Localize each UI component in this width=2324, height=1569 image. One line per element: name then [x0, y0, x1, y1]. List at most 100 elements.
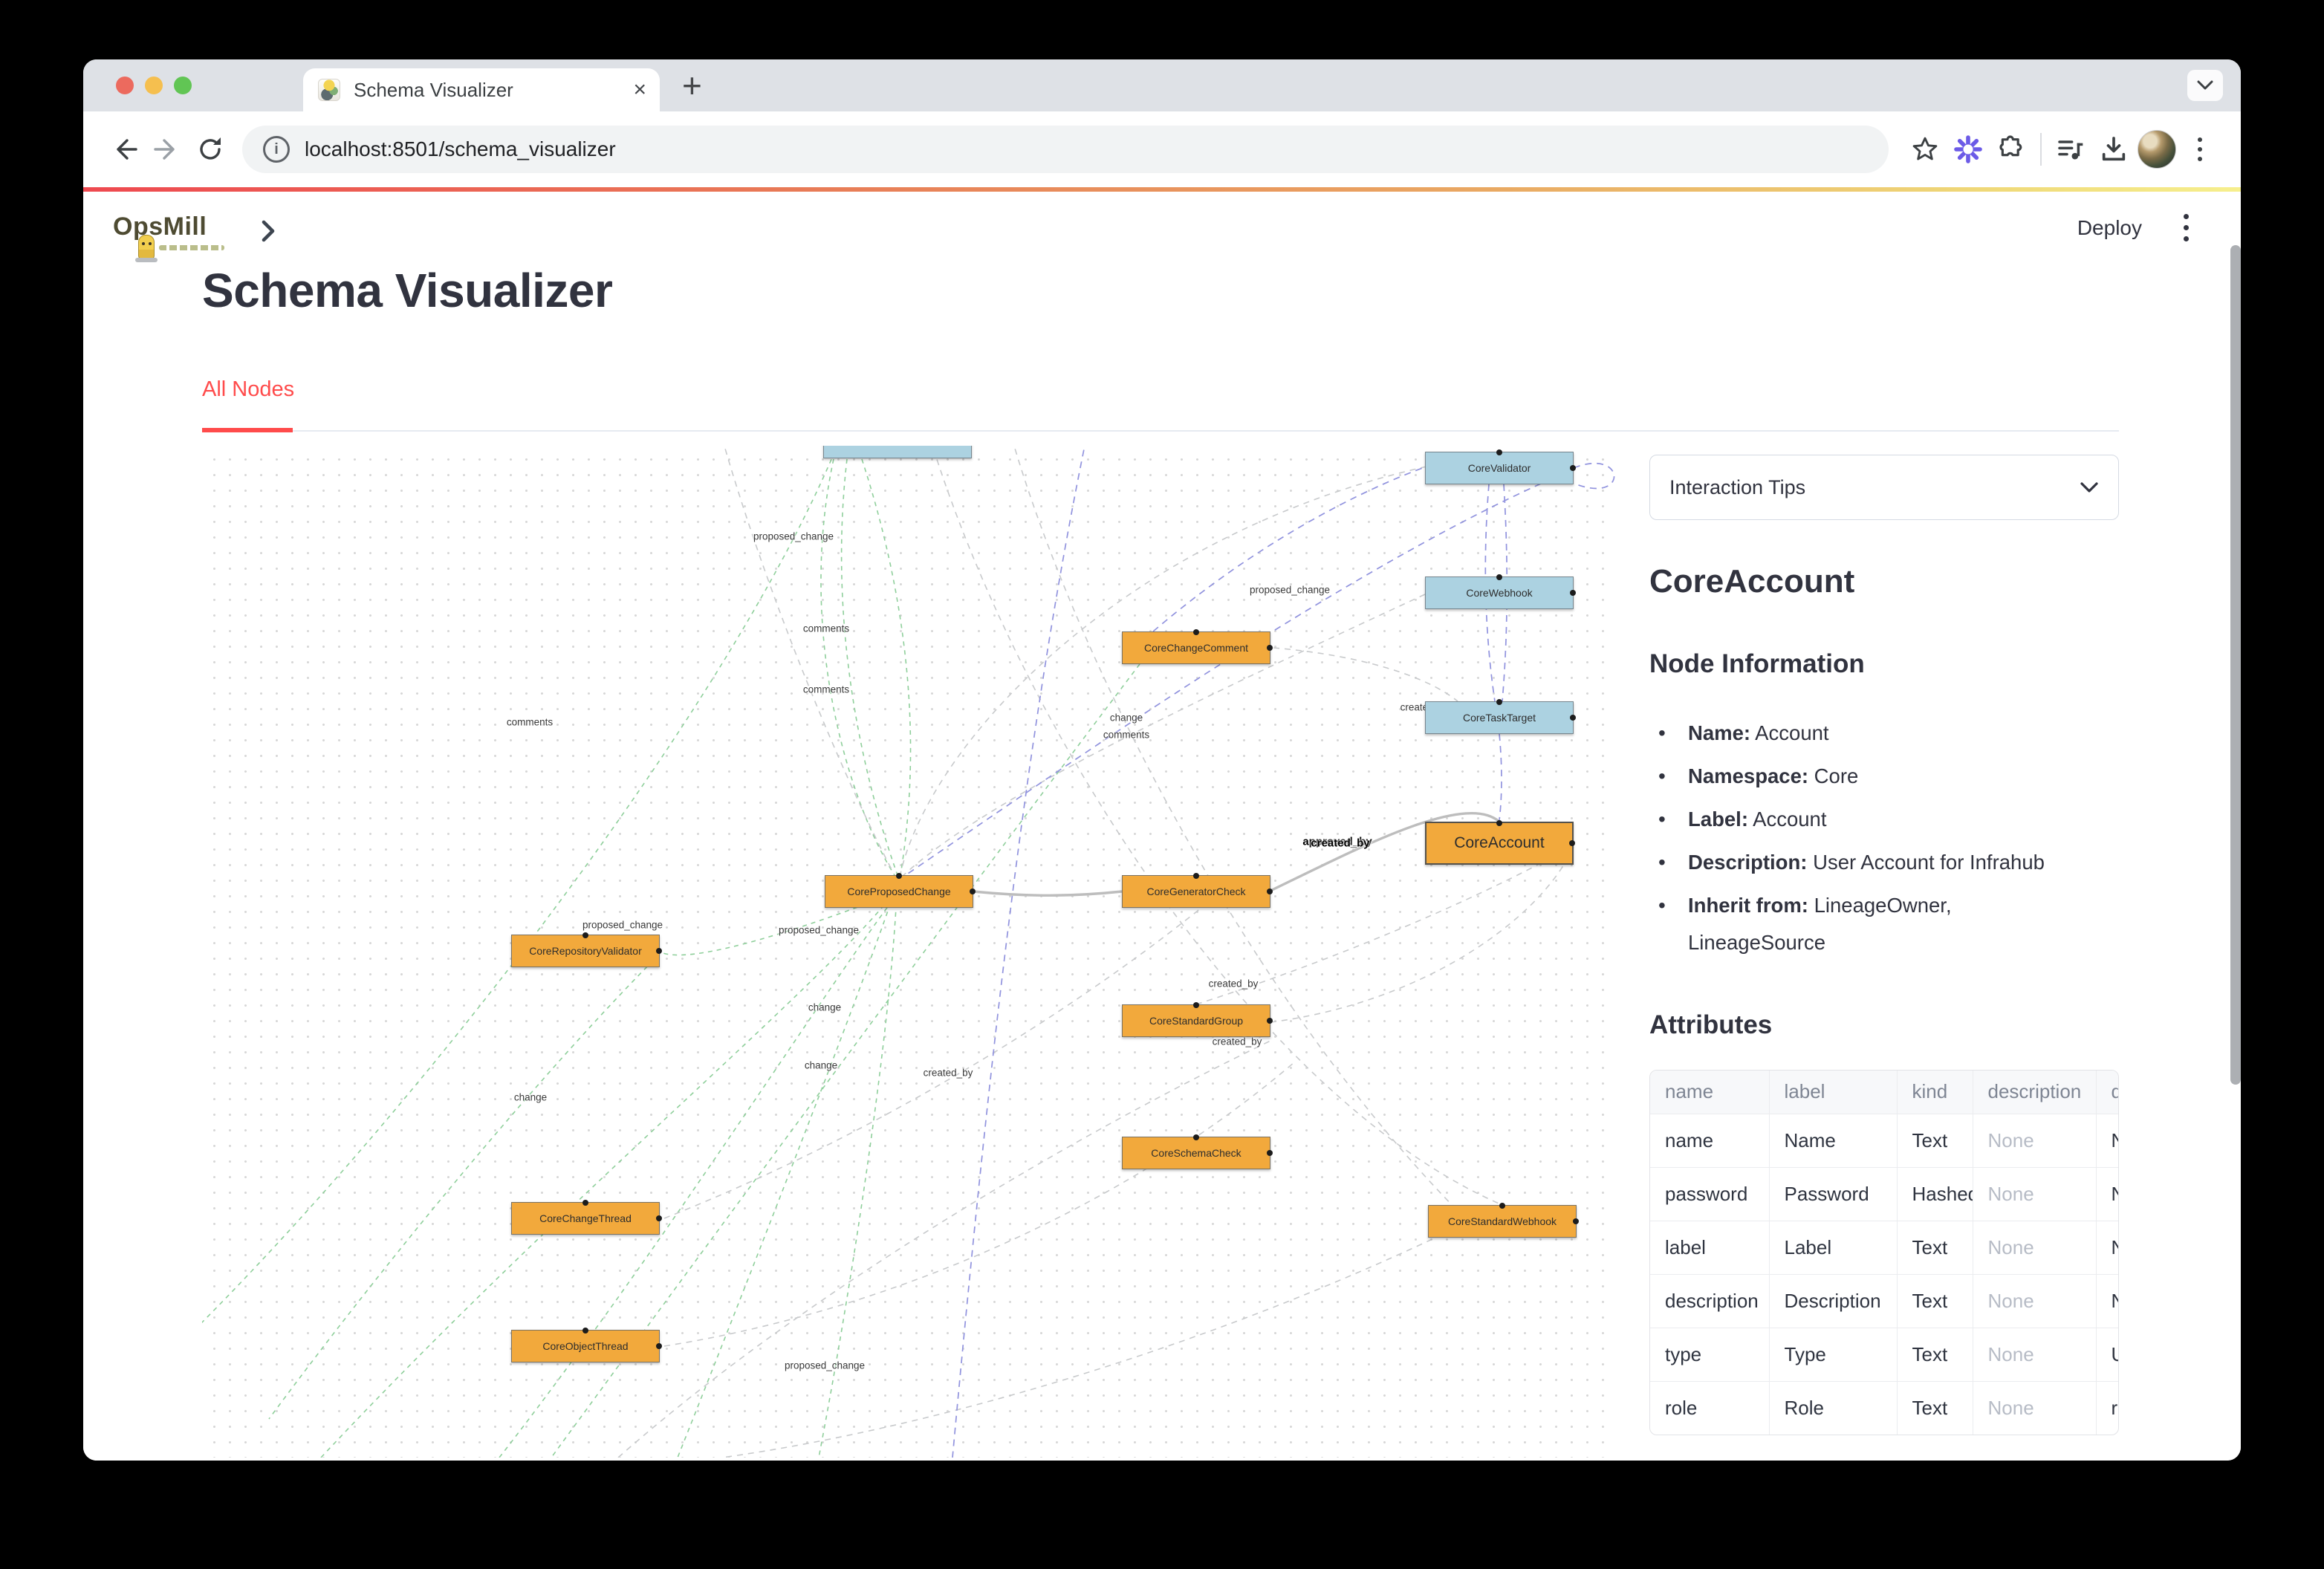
bookmark-button[interactable]	[1903, 128, 1947, 171]
table-cell[interactable]: None	[2096, 1167, 2119, 1221]
table-cell[interactable]: None	[1973, 1381, 2096, 1435]
table-cell[interactable]: role	[1650, 1381, 1769, 1435]
graph-node-CoreSchemaCheck[interactable]: CoreSchemaCheck	[1122, 1137, 1270, 1169]
graph-node-CoreStandardWebhook[interactable]: CoreStandardWebhook	[1428, 1205, 1577, 1238]
attr-col-name[interactable]: name	[1650, 1071, 1769, 1114]
reload-button[interactable]	[189, 128, 232, 171]
url-text[interactable]: localhost:8501/schema_visualizer	[305, 137, 616, 161]
deploy-button[interactable]: Deploy	[2077, 216, 2142, 240]
graph-node-CoreAccount[interactable]: CoreAccount	[1425, 822, 1574, 865]
table-cell[interactable]: None	[2096, 1114, 2119, 1167]
table-cell[interactable]: type	[1650, 1328, 1769, 1381]
graph-node-CoreObjectThread[interactable]: CoreObjectThread	[511, 1330, 660, 1362]
back-button[interactable]	[103, 128, 146, 171]
streamlit-app: OpsMill Deploy Schema Visualizer All Nod…	[83, 192, 2241, 1461]
graph-edge	[952, 446, 1086, 1458]
tab-all-nodes[interactable]: All Nodes	[202, 377, 294, 402]
table-cell[interactable]: description	[1650, 1274, 1769, 1328]
site-info-icon[interactable]: i	[263, 136, 290, 163]
sidebar-expand-button[interactable]	[260, 218, 276, 247]
table-cell[interactable]: None	[1973, 1114, 2096, 1167]
graph-node-CoreValidator[interactable]: CoreValidator	[1425, 452, 1574, 484]
purple-asterisk-icon	[1952, 133, 1984, 166]
graph-node-partial[interactable]	[823, 446, 972, 458]
profile-button[interactable]	[2135, 128, 2178, 171]
table-cell[interactable]: read-write	[2096, 1381, 2119, 1435]
selected-node-title: CoreAccount	[1649, 563, 2119, 600]
table-cell[interactable]: Password	[1769, 1167, 1897, 1221]
reload-icon	[196, 135, 224, 163]
graph-edge	[1499, 734, 1502, 820]
table-cell[interactable]: Type	[1769, 1328, 1897, 1381]
graph-node-CoreChangeThread[interactable]: CoreChangeThread	[511, 1202, 660, 1235]
attr-col-label[interactable]: label	[1769, 1071, 1897, 1114]
attributes-table: namelabelkinddescriptiondefault_value na…	[1650, 1071, 2119, 1435]
attr-col-description[interactable]: description	[1973, 1071, 2096, 1114]
node-info-item: Description: User Account for Infrahub	[1649, 844, 2065, 881]
chrome-menu-button[interactable]	[2178, 128, 2221, 171]
minimize-window-button[interactable]	[145, 77, 163, 94]
graph-edge	[862, 459, 911, 875]
table-cell[interactable]: Text	[1897, 1221, 1973, 1274]
address-bar[interactable]: i localhost:8501/schema_visualizer	[242, 126, 1889, 173]
downloads-button[interactable]	[2092, 128, 2135, 171]
extension-claude-icon[interactable]	[1947, 128, 1990, 171]
table-cell[interactable]: Text	[1897, 1114, 1973, 1167]
media-playlist-button[interactable]	[2049, 128, 2092, 171]
table-cell[interactable]: Name	[1769, 1114, 1897, 1167]
chevron-right-icon	[260, 218, 276, 244]
table-cell[interactable]: User	[2096, 1328, 2119, 1381]
kebab-menu-icon	[2198, 137, 2202, 161]
tab-search-button[interactable]	[2187, 70, 2223, 101]
extensions-button[interactable]	[1990, 128, 2033, 171]
table-row: typeTypeTextNoneUser	[1650, 1328, 2119, 1381]
table-cell[interactable]: None	[1973, 1221, 2096, 1274]
graph-node-CoreStandardGroup[interactable]: CoreStandardGroup	[1122, 1004, 1270, 1037]
forward-button[interactable]	[146, 128, 189, 171]
table-cell[interactable]: None	[2096, 1221, 2119, 1274]
graph-node-CoreRepositoryValidator[interactable]: CoreRepositoryValidator	[511, 935, 660, 967]
chevron-down-icon	[2197, 80, 2213, 91]
edge-label: comments	[803, 684, 849, 695]
browser-tab[interactable]: Schema Visualizer ×	[303, 68, 660, 111]
puzzle-piece-icon	[1996, 134, 2026, 164]
table-cell[interactable]: None	[2096, 1274, 2119, 1328]
graph-node-CoreWebhook[interactable]: CoreWebhook	[1425, 576, 1574, 609]
close-window-button[interactable]	[116, 77, 134, 94]
table-cell[interactable]: label	[1650, 1221, 1769, 1274]
table-cell[interactable]: Text	[1897, 1381, 1973, 1435]
node-information-list: Name: AccountNamespace: CoreLabel: Accou…	[1649, 715, 2065, 961]
table-cell[interactable]: None	[1973, 1274, 2096, 1328]
interaction-tips-expander[interactable]: Interaction Tips	[1649, 455, 2119, 520]
table-cell[interactable]: Text	[1897, 1328, 1973, 1381]
attr-col-default_value[interactable]: default_value	[2096, 1071, 2119, 1114]
graph-node-CoreChangeComment[interactable]: CoreChangeComment	[1122, 631, 1270, 664]
table-cell[interactable]: None	[1973, 1167, 2096, 1221]
table-cell[interactable]: password	[1650, 1167, 1769, 1221]
table-cell[interactable]: name	[1650, 1114, 1769, 1167]
tab-title: Schema Visualizer	[354, 79, 633, 102]
table-cell[interactable]: Description	[1769, 1274, 1897, 1328]
edge-label: comments	[803, 623, 849, 634]
schema-graph-canvas[interactable]: CoreValidator CoreWebhook CoreChangeCommen…	[202, 446, 1617, 1458]
new-tab-button[interactable]: +	[682, 65, 702, 105]
attr-col-kind[interactable]: kind	[1897, 1071, 1973, 1114]
table-cell[interactable]: HashedPassword	[1897, 1167, 1973, 1221]
graph-node-CoreProposedChange[interactable]: CoreProposedChange	[825, 875, 973, 908]
close-tab-icon[interactable]: ×	[633, 79, 646, 101]
node-info-item: Inherit from: LineageOwner,LineageSource	[1649, 887, 2065, 961]
streamlit-menu-button[interactable]	[2184, 214, 2189, 241]
opsmill-mascot-icon	[138, 235, 155, 260]
table-cell[interactable]: Label	[1769, 1221, 1897, 1274]
maximize-window-button[interactable]	[174, 77, 192, 94]
interaction-tips-label: Interaction Tips	[1669, 476, 1805, 499]
table-cell[interactable]: None	[1973, 1328, 2096, 1381]
attributes-table-container[interactable]: namelabelkinddescriptiondefault_value na…	[1649, 1070, 2119, 1435]
graph-node-CoreTaskTarget[interactable]: CoreTaskTarget	[1425, 701, 1574, 734]
node-info-item: Namespace: Core	[1649, 758, 2065, 795]
page-scrollbar[interactable]	[2230, 245, 2241, 1085]
table-cell[interactable]: Text	[1897, 1274, 1973, 1328]
table-cell[interactable]: Role	[1769, 1381, 1897, 1435]
toolbar-divider	[2040, 133, 2042, 166]
graph-node-CoreGeneratorCheck[interactable]: CoreGeneratorCheck	[1122, 875, 1270, 908]
